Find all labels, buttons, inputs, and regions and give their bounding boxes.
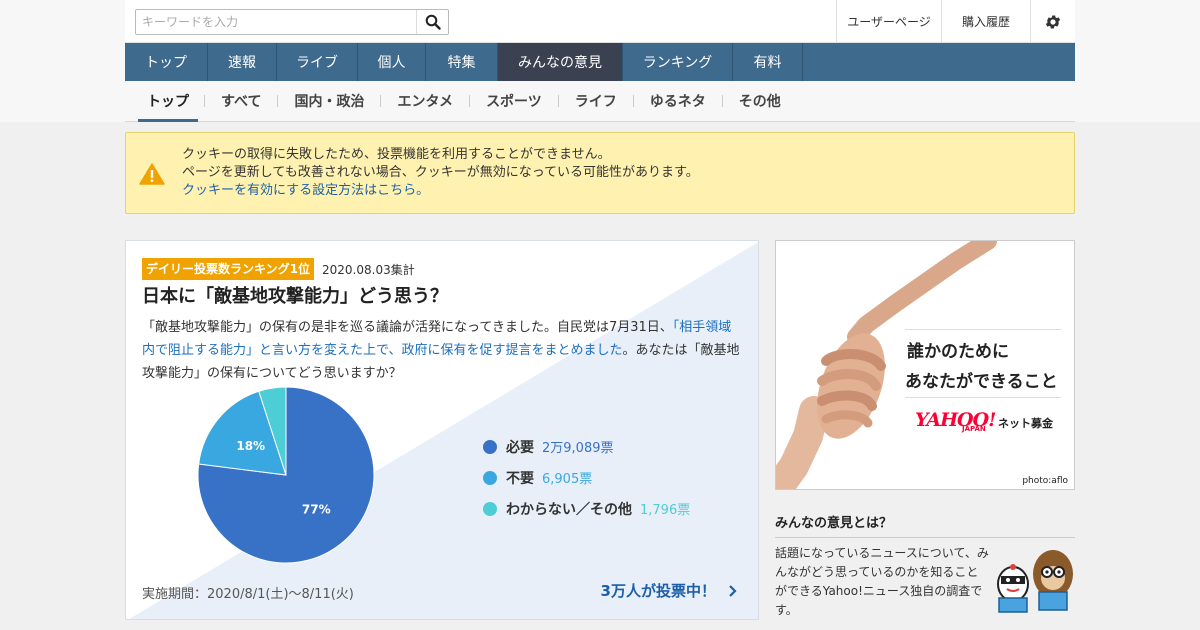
legend-votes: 1,796票 <box>640 503 691 518</box>
ad-divider <box>905 397 1061 398</box>
legend-label: 必要 <box>506 439 534 456</box>
about-text: 話題になっているニュースについて、みんながどう思っているのかを知ることができるY… <box>775 546 989 617</box>
poll-card: デイリー投票数ランキング1位 2020.08.03集計 日本に「敵基地攻撃能力」… <box>125 240 759 620</box>
divider <box>469 95 471 107</box>
badge-row: デイリー投票数ランキング1位 2020.08.03集計 <box>142 258 746 280</box>
chevron-right-icon <box>729 584 737 597</box>
legend-item-necessary: 必要 2万9,089票 <box>483 431 690 462</box>
legend-item-other: わからない／その他 1,796票 <box>483 493 690 524</box>
sub-nav: トップ すべて 国内・政治 エンタメ スポーツ ライフ ゆるネタ その他 <box>125 81 1075 122</box>
legend-swatch <box>483 470 497 485</box>
charity-ad-banner[interactable]: 誰かのために あなたができること YAHOO! JAPAN ネット募金 phot… <box>775 240 1075 490</box>
alert-message: クッキーの取得に失敗したため、投票機能を利用することができません。 ページを更新… <box>182 146 699 200</box>
nav-feature[interactable]: 特集 <box>426 43 498 81</box>
poll-period: 実施期間：2020/8/1(土)〜8/11(火) <box>142 587 354 602</box>
legend-label: 不要 <box>506 470 534 487</box>
divider <box>277 95 279 107</box>
divider <box>557 95 559 107</box>
sub-tab-domestic-politics[interactable]: 国内・政治 <box>284 81 374 122</box>
pie-percent-label: 18% <box>236 439 265 453</box>
sub-tab-all[interactable]: すべて <box>211 81 271 122</box>
ad-divider <box>905 329 1061 330</box>
photo-credit: photo:aflo <box>1022 476 1068 486</box>
tally-date: 2020.08.03集計 <box>322 262 415 277</box>
cookie-alert: クッキーの取得に失敗したため、投票機能を利用することができません。 ページを更新… <box>125 132 1075 214</box>
legend-swatch <box>483 439 497 454</box>
primary-nav: トップ 速報 ライブ 個人 特集 みんなの意見 ランキング 有料 <box>125 43 1075 81</box>
ad-headline-2: あなたができること <box>905 372 1058 392</box>
sub-tab-sports[interactable]: スポーツ <box>476 81 552 122</box>
divider <box>721 95 723 107</box>
legend-swatch <box>483 501 497 516</box>
sub-tab-top[interactable]: トップ <box>138 81 198 122</box>
sub-tab-life[interactable]: ライフ <box>565 81 627 122</box>
nav-paid[interactable]: 有料 <box>733 43 803 81</box>
vote-cta-link[interactable]: 3万人が投票中！ <box>601 580 742 601</box>
handshake-photo <box>776 241 997 489</box>
poll-title[interactable]: 日本に「敵基地攻撃能力」どう思う？ <box>142 285 746 309</box>
yahoo-logo-sub: JAPAN <box>962 425 986 433</box>
legend-votes: 6,905票 <box>542 472 593 487</box>
about-title: みんなの意見とは？ <box>775 512 1075 538</box>
user-page-link[interactable]: ユーザーページ <box>836 0 941 43</box>
ranking-badge: デイリー投票数ランキング1位 <box>142 258 314 280</box>
purchase-history-link[interactable]: 購入履歴 <box>941 0 1030 43</box>
nav-opinions[interactable]: みんなの意見 <box>498 43 623 81</box>
sub-tab-entertainment[interactable]: エンタメ <box>387 81 463 122</box>
search-box <box>135 9 449 35</box>
nav-top[interactable]: トップ <box>125 43 208 81</box>
divider <box>204 95 205 107</box>
search-icon <box>425 14 441 30</box>
gear-icon <box>1045 14 1061 29</box>
mascot-illustration <box>997 550 1073 613</box>
search-input[interactable] <box>142 13 412 31</box>
nav-breaking[interactable]: 速報 <box>208 43 277 81</box>
cookie-settings-link[interactable]: クッキーを有効にする設定方法はこちら。 <box>182 183 429 198</box>
utility-links: ユーザーページ 購入履歴 <box>836 0 1075 43</box>
nav-ranking[interactable]: ランキング <box>623 43 733 81</box>
poll-description: 「敵基地攻撃能力」の保有の是非を巡る議論が活発になってきました。自民党は7月31… <box>142 316 744 385</box>
legend-votes: 2万9,089票 <box>542 441 614 456</box>
vote-cta-label: 3万人が投票中！ <box>600 582 716 600</box>
alert-line-2: ページを更新しても改善されない場合、クッキーが無効になっている可能性があります。 <box>182 165 699 180</box>
about-section: みんなの意見とは？ 話題になっているニュースについて、みんながどう思っているのか… <box>775 512 1075 620</box>
nav-individual[interactable]: 個人 <box>358 43 426 81</box>
divider <box>632 95 634 107</box>
sub-tab-other[interactable]: その他 <box>729 81 791 122</box>
settings-button[interactable] <box>1030 0 1075 43</box>
sub-tab-casual[interactable]: ゆるネタ <box>640 81 716 122</box>
poll-desc-text: 「敵基地攻撃能力」の保有の是非を巡る議論が活発になってきました。自民党は7月31… <box>142 320 673 335</box>
ad-service-name: ネット募金 <box>998 417 1053 430</box>
ad-headline-1: 誰かのために <box>907 342 1009 362</box>
poll-header: デイリー投票数ランキング1位 2020.08.03集計 日本に「敵基地攻撃能力」… <box>142 258 746 385</box>
poll-pie-chart: 77% 18% <box>197 386 375 564</box>
search-button[interactable] <box>416 10 448 34</box>
divider <box>380 95 382 107</box>
warning-icon <box>139 163 165 185</box>
legend-label: わからない／その他 <box>506 501 632 518</box>
legend-item-unnecessary: 不要 6,905票 <box>483 462 690 493</box>
pie-percent-label: 77% <box>302 502 331 516</box>
nav-live[interactable]: ライブ <box>277 43 358 81</box>
utility-bar: ユーザーページ 購入履歴 <box>125 0 1075 43</box>
alert-line-1: クッキーの取得に失敗したため、投票機能を利用することができません。 <box>182 147 611 162</box>
poll-legend: 必要 2万9,089票 不要 6,905票 わからない／その他 1,796票 <box>483 431 690 524</box>
